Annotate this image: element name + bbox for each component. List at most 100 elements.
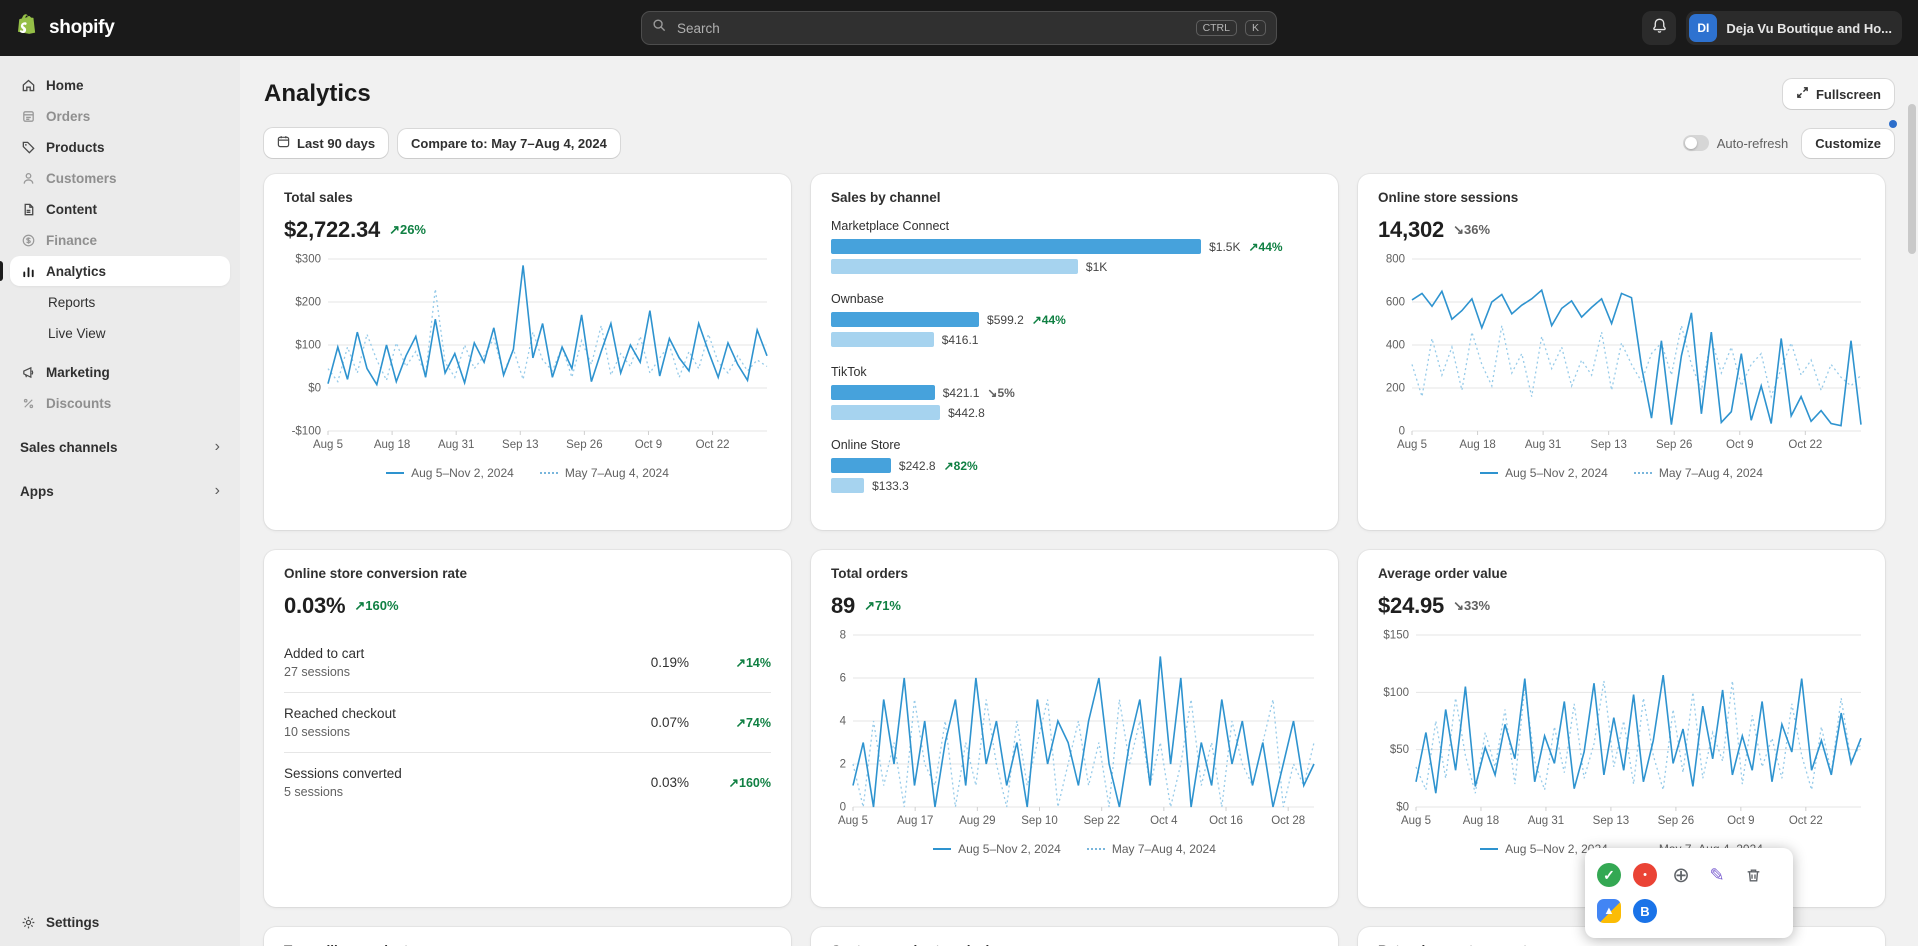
sidebar-item-settings[interactable]: Settings — [10, 907, 230, 937]
svg-text:800: 800 — [1386, 254, 1405, 266]
current-period-bar — [831, 385, 935, 400]
delta-badge: ↗26% — [389, 222, 426, 238]
delta-badge: ↘5% — [987, 386, 1014, 400]
total-sales-card[interactable]: Total sales $2,722.34 ↗26% $300$200$100$… — [264, 174, 791, 530]
marketing-icon — [20, 364, 36, 380]
finance-icon — [20, 232, 36, 248]
scrollbar-thumb[interactable] — [1908, 104, 1916, 254]
sidebar-section-sales-channels[interactable]: Sales channels › — [10, 432, 230, 462]
conversion-value: 0.03% — [284, 593, 345, 619]
store-menu[interactable]: DI Deja Vu Boutique and Ho... — [1686, 11, 1902, 45]
svg-text:600: 600 — [1386, 297, 1405, 309]
sidebar-item-discounts[interactable]: Discounts — [10, 388, 230, 418]
globe-icon[interactable]: ⊕ — [1669, 863, 1693, 887]
auto-refresh-control[interactable]: Auto-refresh — [1683, 135, 1789, 151]
sidebar-item-live-view[interactable]: Live View — [10, 318, 230, 348]
delta-badge: ↗160% — [715, 775, 771, 790]
channel-row[interactable]: Ownbase$599.2↗44%$416.1 — [831, 292, 1318, 348]
sidebar-item-analytics[interactable]: Analytics — [10, 256, 230, 286]
total-sales-chart: $300$200$100$0-$100Aug 5Aug 18Aug 31Sep … — [284, 253, 771, 458]
topbar: shopify CTRL K DI Deja Vu Boutique and H… — [0, 0, 1918, 56]
pen-icon[interactable]: ✎ — [1705, 863, 1729, 887]
notifications-button[interactable] — [1642, 11, 1676, 45]
shopify-logo[interactable]: shopify — [16, 13, 240, 44]
pin-icon[interactable]: • — [1633, 863, 1657, 887]
chart-legend: Aug 5–Nov 2, 2024 May 7–Aug 4, 2024 — [1378, 466, 1865, 480]
fullscreen-button[interactable]: Fullscreen — [1783, 79, 1894, 109]
sidebar-item-orders[interactable]: Orders — [10, 101, 230, 131]
svg-text:$100: $100 — [295, 340, 321, 352]
shopify-bag-icon — [16, 13, 42, 44]
channel-row[interactable]: TikTok$421.1↘5%$442.8 — [831, 365, 1318, 421]
orders-value: 89 — [831, 593, 855, 619]
bar-value: $133.3 — [872, 479, 909, 493]
total-orders-card[interactable]: Total orders 89 ↗71% 86420Aug 5Aug 17Aug… — [811, 550, 1338, 907]
svg-text:Oct 16: Oct 16 — [1209, 815, 1243, 827]
sidebar-item-reports[interactable]: Reports — [10, 287, 230, 317]
page-title: Analytics — [264, 80, 371, 108]
sidebar-item-content[interactable]: Content — [10, 194, 230, 224]
bluetooth-icon[interactable]: B — [1633, 899, 1657, 923]
sidebar-item-marketing[interactable]: Marketing — [10, 357, 230, 387]
sidebar-item-products[interactable]: Products — [10, 132, 230, 162]
solid-line-swatch — [1480, 472, 1498, 474]
bar-value: $421.1 — [943, 386, 980, 400]
brand-wordmark: shopify — [49, 17, 114, 39]
check-icon[interactable]: ✓ — [1597, 863, 1621, 887]
sessions-chart: 8006004002000Aug 5Aug 18Aug 31Sep 13Sep … — [1378, 253, 1865, 458]
current-period-bar — [831, 458, 891, 473]
store-avatar: DI — [1689, 14, 1717, 42]
extension-icon[interactable]: ▲ — [1597, 899, 1621, 923]
dotted-line-swatch — [1087, 848, 1105, 850]
solid-line-swatch — [1480, 848, 1498, 850]
home-icon — [20, 77, 36, 93]
card-title: Total sales — [284, 190, 771, 205]
svg-text:Aug 5: Aug 5 — [1401, 815, 1431, 827]
sales-by-channel-chart: Marketplace Connect$1.5K↗44%$1K Ownbase$5… — [831, 219, 1318, 494]
bar-value: $442.8 — [948, 406, 985, 420]
legend-previous: May 7–Aug 4, 2024 — [1634, 466, 1763, 480]
products-icon — [20, 139, 36, 155]
svg-text:$0: $0 — [308, 383, 321, 395]
compare-to-button[interactable]: Compare to: May 7–Aug 4, 2024 — [398, 129, 620, 158]
svg-text:Aug 31: Aug 31 — [438, 439, 474, 451]
sidebar-item-customers[interactable]: Customers — [10, 163, 230, 193]
conversion-rate-card[interactable]: Online store conversion rate 0.03% ↗160%… — [264, 550, 791, 907]
sales-by-channel-card[interactable]: Sales by channel Marketplace Connect$1.5… — [811, 174, 1338, 530]
funnel-row-sessions-converted: Sessions converted 5 sessions 0.03% ↗160… — [284, 752, 771, 812]
svg-text:Aug 18: Aug 18 — [1459, 439, 1495, 451]
sidebar-item-home[interactable]: Home — [10, 70, 230, 100]
date-range-button[interactable]: Last 90 days — [264, 128, 388, 158]
dotted-line-swatch — [1634, 472, 1652, 474]
svg-text:Sep 26: Sep 26 — [1658, 815, 1694, 827]
global-search[interactable]: CTRL K — [641, 11, 1277, 45]
orders-icon — [20, 108, 36, 124]
customize-button[interactable]: Customize — [1802, 129, 1894, 158]
discounts-icon — [20, 395, 36, 411]
svg-text:Aug 18: Aug 18 — [374, 439, 410, 451]
channel-row[interactable]: Online Store$242.8↗82%$133.3 — [831, 438, 1318, 494]
svg-text:200: 200 — [1386, 383, 1405, 395]
sessions-value: 14,302 — [1378, 217, 1444, 243]
svg-text:-$100: -$100 — [292, 426, 321, 438]
channel-row[interactable]: Marketplace Connect$1.5K↗44%$1K — [831, 219, 1318, 275]
conversion-funnel: Added to cart 27 sessions 0.19% ↗14% Rea… — [284, 633, 771, 812]
svg-text:0: 0 — [840, 802, 846, 814]
customer-cohort-analysis-card[interactable]: Customer cohort analysis — [811, 927, 1338, 946]
top-selling-products-card[interactable]: Top selling products — [264, 927, 791, 946]
auto-refresh-toggle[interactable] — [1683, 135, 1709, 151]
bar-value: $599.2 — [987, 313, 1024, 327]
previous-period-bar — [831, 478, 864, 493]
search-input[interactable] — [675, 20, 1188, 37]
funnel-row-added-to-cart: Added to cart 27 sessions 0.19% ↗14% — [284, 633, 771, 692]
delta-badge: ↘36% — [1453, 222, 1490, 238]
previous-period-bar — [831, 405, 940, 420]
sidebar-item-finance[interactable]: Finance — [10, 225, 230, 255]
solid-line-swatch — [933, 848, 951, 850]
svg-text:Oct 9: Oct 9 — [1727, 815, 1754, 827]
online-store-sessions-card[interactable]: Online store sessions 14,302 ↘36% 800600… — [1358, 174, 1885, 530]
trash-icon[interactable] — [1741, 863, 1765, 887]
sidebar-section-apps[interactable]: Apps › — [10, 476, 230, 506]
svg-text:$0: $0 — [1396, 802, 1409, 814]
svg-text:Aug 31: Aug 31 — [1528, 815, 1564, 827]
